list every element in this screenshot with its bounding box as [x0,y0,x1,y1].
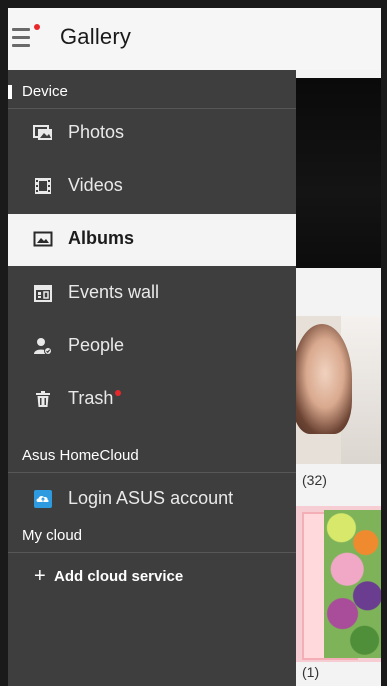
plus-icon: + [34,565,46,587]
notification-dot [34,24,40,30]
trash-label-text: Trash [68,388,114,408]
section-marker [8,85,12,99]
drawer-item-label: People [68,335,125,355]
hamburger-menu-icon[interactable] [12,24,40,54]
section-header-my-cloud: My cloud [8,520,296,553]
drawer-item-login-asus-account[interactable]: Login ASUS account [8,474,296,526]
section-label: Device [22,83,68,100]
drawer-item-albums[interactable]: Albums [8,214,296,266]
drawer-item-label: Trash [68,388,122,409]
drawer-item-trash[interactable]: Trash [8,374,296,426]
menu-bar-middle [12,36,30,39]
person-icon [33,336,53,356]
album-thumbnail[interactable] [296,506,381,662]
drawer-item-people[interactable]: People [8,321,296,373]
add-cloud-service-label: Add cloud service [54,568,184,585]
section-label: My cloud [22,527,83,544]
macarons-photo [324,510,381,658]
drawer-item-label: Photos [68,122,125,142]
drawer-item-label: Albums [68,228,135,248]
notification-dot [115,390,122,396]
device-frame: Gallery (32) (1) Device Photos Videos Al… [0,0,387,686]
trash-icon [33,389,53,409]
photos-icon [33,123,53,143]
drawer-item-label: Videos [68,175,123,195]
cloud-upload-icon [33,489,53,509]
album-count: (1) [302,664,320,680]
menu-bar-top [12,28,30,31]
drawer-item-videos[interactable]: Videos [8,161,296,213]
navigation-drawer: Device Photos Videos Albums Events wall … [8,70,296,686]
portrait-photo [296,324,352,434]
gallery-content: (32) (1) [296,70,381,686]
drawer-item-events-wall[interactable]: Events wall [8,268,296,320]
album-icon [33,229,53,249]
calendar-icon [33,283,53,303]
album-thumbnail[interactable] [296,78,381,268]
drawer-item-label: Events wall [68,282,160,302]
app-bar: Gallery [8,8,381,71]
drawer-item-label: Login ASUS account [68,488,234,508]
add-cloud-service-button[interactable]: + Add cloud service [34,566,274,594]
album-thumbnail[interactable] [296,316,381,464]
section-header-device: Device [8,76,296,109]
drawer-item-photos[interactable]: Photos [8,108,296,160]
menu-bar-bottom [12,44,30,47]
film-icon [33,176,53,196]
album-count: (32) [302,472,327,488]
app-title: Gallery [60,24,132,49]
section-label: Asus HomeCloud [22,447,139,464]
screen: Gallery (32) (1) Device Photos Videos Al… [8,8,381,686]
section-header-asus-homecloud: Asus HomeCloud [8,440,296,473]
